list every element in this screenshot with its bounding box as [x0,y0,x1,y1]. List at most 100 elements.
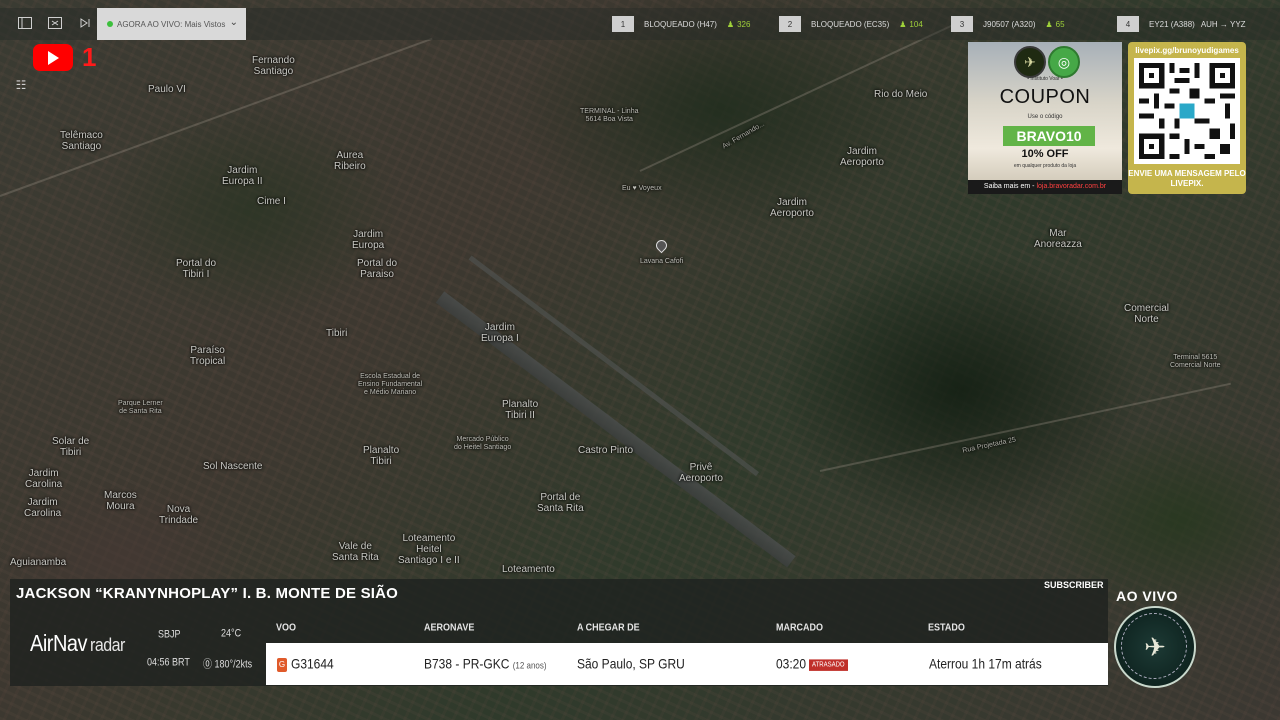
ticker-rank: 2 [779,16,801,32]
map-label: Nova Trindade [159,504,199,526]
local-time: 04:56 BRT [147,656,190,668]
livepix-message: ENVIE UMA MENSAGEM PELO LIVEPIX. [1128,169,1246,188]
map-label: Comercial Norte [1124,303,1170,325]
map-label: Tibiri [326,328,348,339]
live-dropdown-label: AGORA AO VIVO: Mais Vistos [117,19,226,29]
map-label: Planalto Tibiri [363,445,400,467]
ticker-item[interactable]: 2 BLOQUEADO (EC35) ♟ 104 [779,16,923,32]
viewers-count: ♟ 65 [1045,19,1065,29]
status-cell: Aterrou 1h 17m atrás [929,655,1042,673]
map-label: Planalto Tibiri II [502,399,539,421]
live-label: AO VIVO [1116,588,1178,604]
coupon-use-text: Use o código [1027,114,1063,120]
chat-icon[interactable]: ☷ [12,78,30,94]
map-label: Castro Pinto [578,445,634,456]
skip-next-icon[interactable] [76,14,94,32]
airport-code: SBJP [158,628,181,640]
map-label: Portal de Santa Rita [537,492,584,514]
expand-icon[interactable] [46,14,64,32]
map-label: Jardim Aeroporto [770,197,814,219]
ticker-rank: 4 [1117,16,1139,32]
coupon-banner: ✈ ◎ • Instituto Voar • COUPON Use o códi… [968,42,1122,194]
coupon-brand: • Instituto Voar • [1027,76,1063,82]
map-label: Loteamento Heitel Santiago I e II [398,533,460,566]
livepix-url: livepix.gg/brunoyudigames [1135,46,1239,55]
map-label: Sol Nascente [203,461,263,472]
coupon-discount: 10% OFF [1021,148,1069,160]
wind-icon: ⓪ [203,658,215,671]
map-label: Telêmaco Santiago [60,130,103,152]
coupon-fine-print: em qualquer produto da loja [1013,163,1077,169]
map-poi-label: Parque Lerner de Santa Rita [118,400,163,415]
map-label: Jardim Europa [352,229,385,251]
road-label: Av. Fernando... [721,120,766,151]
map-label: Aguianamba [10,557,67,568]
column-header-flight: VOO [276,621,297,633]
origin-cell: São Paulo, SP GRU [577,655,685,673]
map-label: Portal do Tibiri I [176,258,217,280]
ticker-item[interactable]: 1 BLOQUEADO (H47) ♟ 326 [612,16,750,32]
youtube-icon[interactable] [33,44,73,71]
ticker-route: AUH → YYZ [1200,19,1246,29]
map-poi-label: Escola Estadual de Ensino Fundamental e … [358,373,423,396]
road [819,382,1232,472]
taxiway [468,255,760,477]
map-label: Paraíso Tropical [190,345,226,367]
map-label: Mar Anoreazza [1034,228,1082,250]
viewers-count: ♟ 326 [726,19,751,29]
map-poi-label: Lavana Cafofi [640,258,684,265]
school-logo-icon: ✈ [1014,46,1046,78]
streamer-name: JACKSON “KRANYNHOPLAY” I. B. MONTE DE SI… [16,585,399,602]
map-label: Marcos Moura [104,490,137,512]
chevron-down-icon: ⌄ [229,17,238,28]
subscriber-badge: SUBSCRIBER [1044,580,1104,590]
ticker-item[interactable]: 3 J90507 (A320) ♟ 65 [951,16,1065,32]
flight-row[interactable]: G G31644 B738 - PR-GKC (12 anos) São Pau… [266,643,1108,685]
airline-logo-icon: G [277,658,287,672]
flight-info-panel: JACKSON “KRANYNHOPLAY” I. B. MONTE DE SI… [10,579,1108,686]
ticker-label: J90507 (A320) [983,19,1036,29]
map-label: Vale de Santa Rita [332,541,379,563]
map-label: Privê Aeroporto [679,462,723,484]
column-header-status: ESTADO [928,621,965,633]
scheduled-cell: 03:20 ATRASADO [776,656,848,672]
map-poi-label: Mercado Público do Heitel Santiago [454,436,512,451]
map-poi-label: Eu ♥ Voyeux [622,185,662,192]
map-label: Portal do Paraiso [357,258,398,280]
viewers-icon: ♟ [899,19,907,29]
coupon-footer: Saiba mais em - loja.bravoradar.com.br [968,180,1122,194]
map-label: Aurea Ribeiro [334,150,366,172]
map-label: Solar de Tibiri [52,436,90,458]
temperature: 24°C [221,627,242,639]
viewers-icon: ♟ [726,19,735,29]
coupon-title: COUPON [999,86,1091,108]
youtube-notification-count: 1 [82,42,97,72]
map-label: Fernando Santiago [252,55,295,77]
wind-info: ⓪ 180°/2kts [203,658,253,671]
delayed-badge: ATRASADO [809,659,848,671]
map-label: Jardim Aeroporto [840,146,884,168]
map-label: Cime I [257,196,286,207]
live-flights-dropdown[interactable]: AGORA AO VIVO: Mais Vistos ⌄ [97,8,246,40]
top-bar: AGORA AO VIVO: Mais Vistos ⌄ 1 BLOQUEADO… [0,8,1280,40]
coupon-code: BRAVO10 [1003,126,1095,146]
sidebar-toggle-icon[interactable] [16,14,34,32]
viewers-count: ♟ 104 [899,19,923,29]
ticker-label: BLOQUEADO (EC35) [811,19,890,29]
qr-code [1134,58,1240,164]
ticker-label: EY21 (A388) [1149,19,1195,29]
aircraft-cell: B738 - PR-GKC (12 anos) [424,655,547,673]
ticker-rank: 3 [951,16,973,32]
ticker-rank: 1 [612,16,634,32]
column-header-scheduled: MARCADO [776,621,823,633]
map-label: Paulo VI [148,84,186,95]
airport-pin-icon[interactable] [653,237,670,254]
viewers-icon: ♟ [1045,19,1053,29]
ticker-item[interactable]: 4 EY21 (A388) AUH → YYZ [1117,16,1246,32]
flight-number: G31644 [291,655,334,673]
livepix-qr-card: livepix.gg/brunoyudigames ENVIE UMA MENS… [1128,42,1246,194]
map-poi-label: Terminal 5615 Comercial Norte [1170,354,1221,369]
map-label: Jardim Europa I [481,322,519,344]
map-label: Jardim Europa II [222,165,263,187]
airnav-radar-logo: AirNav radar [30,631,125,657]
